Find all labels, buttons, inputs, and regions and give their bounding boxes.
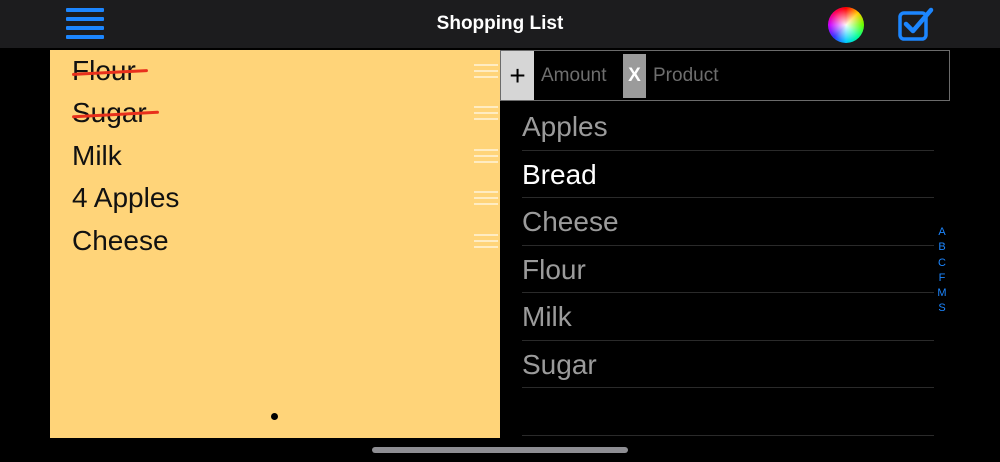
product-row-flour[interactable]: Flour	[522, 246, 934, 293]
product-row-sugar[interactable]: Sugar	[522, 341, 934, 388]
index-letter[interactable]: A	[938, 225, 945, 240]
app-window: Shopping List Flour Sugar Milk 4 Apples …	[0, 0, 1000, 462]
product-row-apples[interactable]: Apples	[522, 103, 934, 151]
drag-handle-icon[interactable]	[474, 106, 498, 120]
list-item-label: Flour	[72, 50, 136, 92]
index-letter[interactable]: S	[938, 301, 945, 316]
hamburger-menu-icon[interactable]	[66, 8, 104, 39]
list-item-label: Sugar	[72, 92, 147, 134]
index-letter[interactable]: F	[939, 271, 946, 286]
top-bar: Shopping List	[0, 0, 1000, 48]
index-letter[interactable]: C	[938, 256, 946, 271]
product-row-cheese[interactable]: Cheese	[522, 198, 934, 246]
list-item[interactable]: Milk	[72, 135, 498, 177]
alphabet-index[interactable]: A B C F M S	[934, 225, 950, 317]
index-letter[interactable]: B	[938, 240, 945, 255]
list-item-label: Milk	[72, 140, 122, 171]
add-button[interactable]: +	[501, 51, 534, 100]
list-item[interactable]: Flour	[72, 50, 498, 92]
home-indicator[interactable]	[372, 447, 628, 453]
list-item[interactable]: 4 Apples	[72, 177, 498, 219]
color-wheel-icon[interactable]	[828, 7, 864, 43]
page-indicator-dot[interactable]	[271, 413, 278, 420]
index-letter[interactable]: M	[937, 286, 946, 301]
list-item-label: 4 Apples	[72, 182, 180, 213]
drag-handle-icon[interactable]	[474, 191, 498, 205]
add-product-bar: + X	[500, 50, 950, 101]
clear-button[interactable]: X	[623, 54, 646, 98]
product-row-milk[interactable]: Milk	[522, 293, 934, 341]
product-list: Apples Bread Cheese Flour Milk Sugar	[522, 103, 934, 436]
drag-handle-icon[interactable]	[474, 64, 498, 78]
shopping-list-note: Flour Sugar Milk 4 Apples Cheese	[50, 50, 500, 438]
product-row-bread[interactable]: Bread	[522, 151, 934, 198]
amount-field[interactable]	[541, 61, 621, 91]
checkbox-checked-icon[interactable]	[897, 6, 935, 42]
list-item[interactable]: Cheese	[72, 220, 498, 262]
drag-handle-icon[interactable]	[474, 234, 498, 248]
list-item[interactable]: Sugar	[72, 92, 498, 134]
drag-handle-icon[interactable]	[474, 149, 498, 163]
list-item-label: Cheese	[72, 225, 169, 256]
product-field[interactable]	[653, 61, 943, 91]
product-row-empty	[522, 388, 934, 436]
